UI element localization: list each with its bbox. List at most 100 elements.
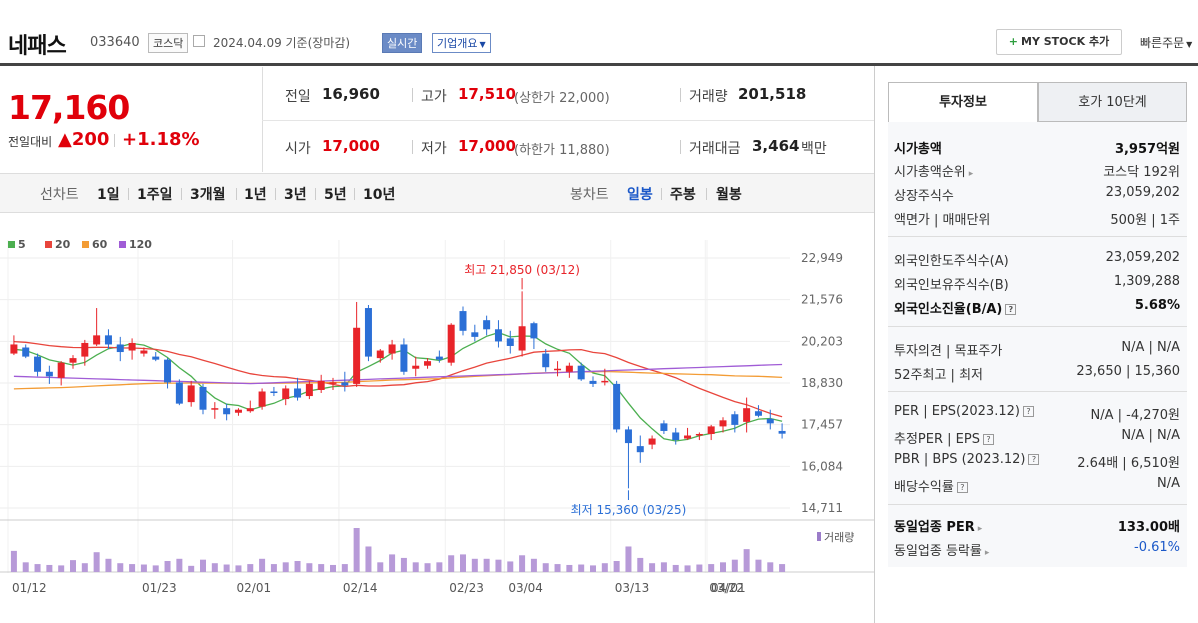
company-overview-dropdown[interactable]: 기업개요 ▼: [432, 33, 491, 53]
change-percent: +1.18%: [122, 129, 200, 150]
realtime-button[interactable]: 실시간: [382, 33, 423, 53]
volume-bar: [649, 563, 656, 572]
industry-per-value: 133.00배: [1117, 520, 1180, 535]
opinion-value: N/A | N/A: [1121, 340, 1180, 355]
low-label: 저가: [421, 141, 447, 157]
high-label: 고가: [421, 89, 447, 105]
stock-code: 033640: [90, 35, 140, 50]
candle-body: [684, 435, 692, 439]
tab-order-book[interactable]: 호가 10단계: [1038, 82, 1187, 122]
volume-bar: [424, 563, 431, 572]
industry-rate-link[interactable]: 동일업종 등락률 ▸: [894, 540, 989, 559]
y-tick-label: 21,576: [801, 293, 843, 307]
mcap-rank-link[interactable]: 시가총액순위 ▸: [894, 161, 973, 180]
y-tick-label: 20,203: [801, 334, 843, 348]
candle-body: [719, 420, 727, 427]
base-date: 2024.04.09 기준(장마감): [213, 36, 351, 50]
period-1w[interactable]: 1주일: [137, 184, 173, 204]
candle-body: [353, 327, 361, 384]
divider: [412, 140, 413, 154]
candle-body: [754, 411, 762, 416]
volume-bar: [117, 563, 124, 572]
candle-body: [246, 408, 254, 412]
change-label: 전일대비: [8, 135, 53, 149]
candle-body: [613, 383, 621, 430]
pbr-row: PBR | BPS (2023.12)?: [894, 452, 1040, 467]
candle-body: [34, 356, 42, 372]
divider: [888, 326, 1187, 327]
candle-body: [648, 438, 656, 445]
candle-monthly[interactable]: 월봉: [716, 184, 742, 204]
chevron-down-icon: ▼: [479, 40, 486, 49]
chevron-down-icon: ▼: [1186, 40, 1193, 49]
volume-bar: [519, 555, 526, 572]
help-icon[interactable]: ?: [1005, 304, 1017, 315]
volume-value: 201,518: [738, 85, 807, 103]
volume-bar: [176, 558, 183, 572]
w52-value: 23,650 | 15,360: [1076, 364, 1180, 379]
help-icon[interactable]: ?: [1028, 454, 1040, 465]
volume-bar: [282, 562, 289, 572]
volume-bar: [436, 562, 443, 572]
x-tick-label: 01/23: [142, 581, 177, 595]
tab-invest-info[interactable]: 투자정보: [888, 82, 1038, 122]
line-chart-label: 선차트: [40, 187, 79, 203]
candle-body: [530, 323, 538, 339]
volume-bar: [613, 561, 620, 572]
volume-bar: [530, 558, 537, 572]
period-3y[interactable]: 3년: [284, 184, 307, 204]
candle-daily[interactable]: 일봉: [627, 184, 653, 204]
volume-bar: [507, 561, 514, 572]
volume-bar: [377, 562, 384, 572]
industry-per-label: 동일업종 PER: [894, 520, 975, 535]
price-chart[interactable]: 22,949 21,576 20,203 18,830 17,457 16,084 14,7…: [0, 230, 874, 623]
candle-body: [104, 335, 112, 345]
est-per-label: 추정PER | EPS: [894, 432, 980, 447]
candle-body: [707, 426, 715, 434]
period-5y[interactable]: 5년: [324, 184, 347, 204]
candle-body: [447, 324, 455, 363]
candle-body: [294, 388, 302, 398]
volume-bar: [10, 550, 17, 572]
quick-order-button[interactable]: 빠른주문 ▼: [1140, 34, 1192, 51]
divider: [236, 188, 237, 200]
period-10y[interactable]: 10년: [363, 184, 395, 204]
y-tick-label: 14,711: [801, 501, 843, 515]
y-tick-label: 18,830: [801, 376, 843, 390]
divider: [181, 188, 182, 200]
volume-bar: [152, 565, 159, 572]
volume-bar: [660, 562, 667, 572]
volume-label: 거래량: [824, 531, 854, 544]
volume-legend-swatch: [817, 532, 821, 541]
period-3m[interactable]: 3개월: [190, 184, 226, 204]
x-tick-label: 04/01: [711, 581, 746, 595]
period-1d[interactable]: 1일: [97, 184, 120, 204]
help-icon[interactable]: ?: [956, 482, 968, 493]
volume-bar: [164, 561, 171, 572]
per-value: N/A | -4,270원: [1090, 408, 1180, 423]
help-icon[interactable]: ?: [1022, 406, 1034, 417]
candle-body: [45, 371, 53, 377]
volume-bar: [389, 554, 396, 572]
candle-body: [494, 329, 502, 342]
volume-bar: [34, 564, 41, 572]
help-icon[interactable]: ?: [982, 434, 994, 445]
current-price: 17,160: [8, 88, 130, 127]
industry-per-link[interactable]: 동일업종 PER ▸: [894, 516, 982, 535]
volume-bar: [448, 555, 455, 572]
opinion-label: 투자의견 | 목표주가: [894, 344, 1003, 359]
candle-body: [743, 408, 751, 422]
candle-body: [412, 365, 420, 369]
candle-body: [305, 383, 313, 397]
candle-weekly[interactable]: 주봉: [670, 184, 696, 204]
x-tick-label: 02/01: [237, 581, 272, 595]
shares-value: 23,059,202: [1105, 185, 1180, 200]
my-stock-add-button[interactable]: + MY STOCK 추가: [996, 29, 1122, 55]
volume-bar: [460, 554, 466, 572]
legend-swatch: [82, 241, 89, 248]
volume-bar: [259, 558, 266, 572]
candle-body: [636, 446, 644, 453]
period-1y[interactable]: 1년: [244, 184, 267, 204]
chevron-right-icon: ▸: [968, 169, 974, 179]
open-label: 시가: [285, 141, 311, 157]
